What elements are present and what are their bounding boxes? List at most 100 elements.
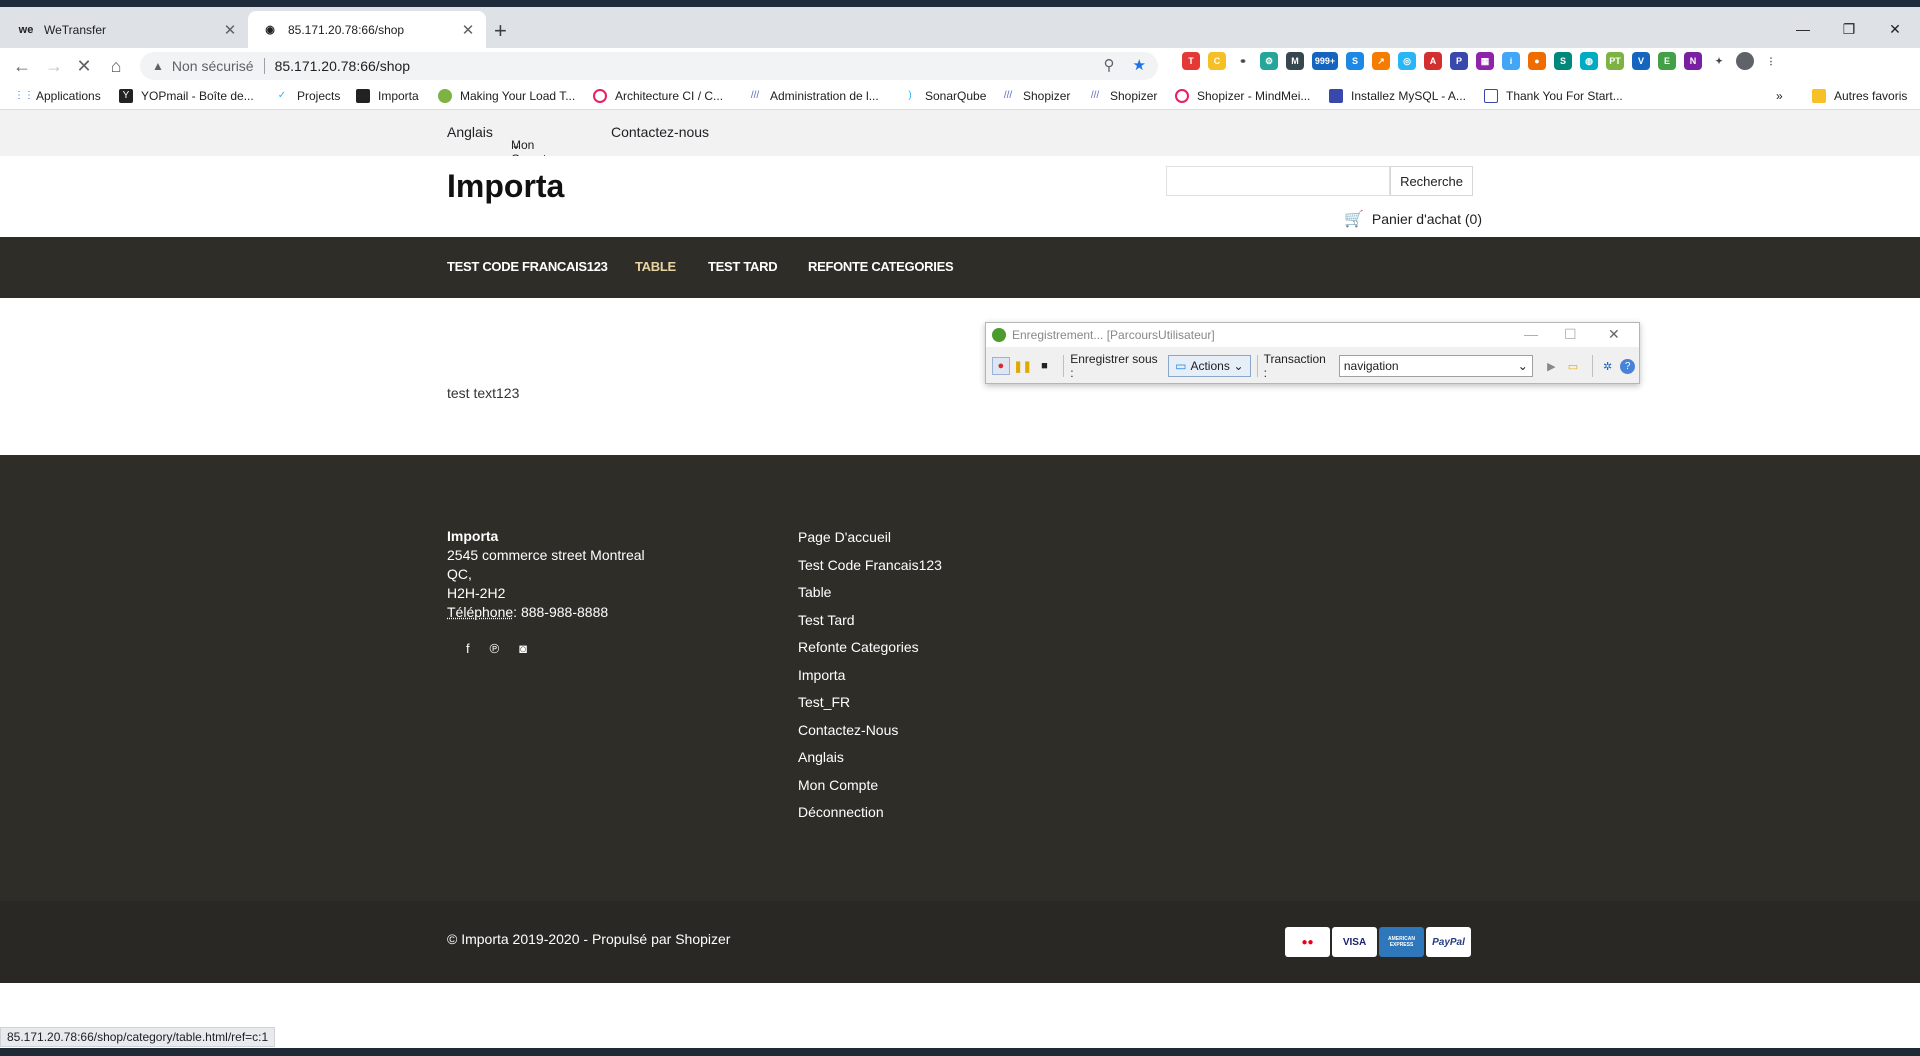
bookmark-apps[interactable]: ⋮⋮ Applications	[14, 89, 101, 103]
new-tab-icon[interactable]: +	[494, 18, 507, 44]
close-icon[interactable]: ✕	[218, 21, 242, 39]
instagram-icon[interactable]: ◙	[519, 641, 527, 656]
extension-icon[interactable]: S	[1346, 52, 1364, 70]
bookmark-item[interactable]: Shopizer - MindMei...	[1175, 89, 1310, 103]
search-button[interactable]: Recherche	[1390, 166, 1473, 196]
menu-item-test-code[interactable]: TEST CODE FRANCAIS123	[447, 259, 608, 274]
bookmark-item[interactable]: /// Shopizer	[1088, 89, 1158, 103]
forward-icon[interactable]: →	[42, 54, 66, 78]
minimize-icon[interactable]: —	[1524, 326, 1538, 342]
contact-link[interactable]: Contactez-nous	[611, 124, 709, 140]
tab-shop[interactable]: ◉ 85.171.20.78:66/shop ✕	[248, 11, 486, 48]
facebook-icon[interactable]: f	[466, 641, 470, 656]
extension-icon[interactable]: PT	[1606, 52, 1624, 70]
bookmark-label: Thank You For Start...	[1506, 89, 1623, 103]
bookmark-item[interactable]: Thank You For Start...	[1484, 89, 1623, 103]
grid-icon[interactable]: ▦	[1476, 52, 1494, 70]
extension-icon[interactable]: i	[1502, 52, 1520, 70]
settings-icon[interactable]: ✲	[1599, 357, 1617, 375]
footer-link[interactable]: Test Tard	[798, 612, 942, 640]
extension-icon[interactable]: P	[1450, 52, 1468, 70]
footer-link[interactable]: Table	[798, 584, 942, 612]
extension-icon[interactable]: ◍	[1580, 52, 1598, 70]
menu-item-refonte[interactable]: REFONTE CATEGORIES	[808, 259, 954, 274]
restore-icon[interactable]: ❐	[1826, 14, 1872, 44]
bookmark-other[interactable]: Autres favoris	[1812, 89, 1907, 103]
footer-address: Importa 2545 commerce street Montreal QC…	[447, 527, 645, 622]
onenote-icon[interactable]: N	[1684, 52, 1702, 70]
footer-link[interactable]: Test Code Francais123	[798, 557, 942, 585]
play-icon[interactable]: ▶	[1543, 357, 1561, 375]
close-icon[interactable]: ✕	[456, 21, 480, 39]
link-icon[interactable]: ⚭	[1234, 52, 1252, 70]
open-folder-icon[interactable]: ▭	[1564, 357, 1582, 375]
record-icon[interactable]: ●	[992, 357, 1010, 375]
help-icon[interactable]: ?	[1620, 358, 1636, 374]
paypal-icon: PayPal	[1426, 927, 1471, 957]
extension-icon[interactable]: M	[1286, 52, 1304, 70]
extension-icon[interactable]: ◎	[1398, 52, 1416, 70]
close-window-icon[interactable]: ✕	[1872, 14, 1918, 44]
close-icon[interactable]: ✕	[1608, 326, 1620, 343]
bookmark-item[interactable]: /// Administration de l...	[748, 89, 879, 103]
address-line: H2H-2H2	[447, 585, 506, 601]
minimize-icon[interactable]: —	[1780, 14, 1826, 44]
transaction-field[interactable]: navigation ⌄	[1338, 355, 1533, 377]
address-bar[interactable]: ▲ Non sécurisé 85.171.20.78:66/shop ⚲ ★	[140, 52, 1158, 80]
avatar[interactable]	[1736, 52, 1754, 70]
menu-item-table[interactable]: TABLE	[635, 259, 676, 274]
pdf-icon[interactable]: A	[1424, 52, 1442, 70]
badge-icon[interactable]: 999+	[1312, 52, 1338, 70]
save-as-select[interactable]: ▭ Actions ⌄	[1168, 355, 1251, 377]
tab-wetransfer[interactable]: we WeTransfer ✕	[0, 11, 248, 48]
chevron-right-icon[interactable]: »	[1776, 89, 1783, 103]
puzzle-icon[interactable]: ✦	[1710, 52, 1728, 70]
back-icon[interactable]: ←	[10, 54, 34, 78]
star-icon[interactable]: ★	[1133, 56, 1146, 74]
phone-label: Téléphone	[447, 604, 514, 620]
extension-icon[interactable]: V	[1632, 52, 1650, 70]
bookmark-icon: ///	[1003, 90, 1013, 101]
footer-link[interactable]: Test_FR	[798, 694, 942, 722]
maximize-icon[interactable]: ☐	[1564, 326, 1577, 343]
bookmark-item[interactable]: ✓ Projects	[275, 89, 341, 103]
bookmark-item[interactable]: Making Your Load T...	[438, 89, 575, 103]
stop-icon[interactable]: ✕	[72, 54, 96, 78]
footer-link-home[interactable]: Page D'accueil	[798, 529, 942, 557]
footer-link[interactable]: Refonte Categories	[798, 639, 942, 667]
chart-icon[interactable]: ↗	[1372, 52, 1390, 70]
pause-icon[interactable]: ❚❚	[1013, 357, 1031, 375]
stop-icon[interactable]: ■	[1036, 357, 1054, 375]
bookmark-item[interactable]: Importa	[356, 89, 419, 103]
pinterest-icon[interactable]: ℗	[490, 641, 500, 656]
menu-icon[interactable]: ⋮	[1762, 52, 1780, 70]
bookmark-item[interactable]: /// Shopizer	[1001, 89, 1071, 103]
save-as-value: Actions	[1190, 359, 1230, 373]
footer-link[interactable]: Importa	[798, 667, 942, 695]
footer-link-logout[interactable]: Déconnection	[798, 804, 942, 832]
extension-icon[interactable]: S	[1554, 52, 1572, 70]
cart-icon: 🛒	[1344, 211, 1364, 228]
zoom-icon[interactable]: ⚲	[1104, 56, 1115, 74]
menu-item-test-tard[interactable]: TEST TARD	[708, 259, 778, 274]
footer-link[interactable]: Contactez-Nous	[798, 722, 942, 750]
recorder-toolbar: ● ❚❚ ■ Enregistrer sous : ▭ Actions ⌄ Tran…	[986, 349, 1639, 383]
site-logo[interactable]: Importa	[447, 168, 564, 205]
bookmark-item[interactable]: ) SonarQube	[903, 89, 986, 103]
language-link[interactable]: Anglais	[447, 124, 493, 140]
extension-icon[interactable]: C	[1208, 52, 1226, 70]
extension-icon[interactable]: T	[1182, 52, 1200, 70]
home-icon[interactable]: ⌂	[104, 54, 128, 78]
bookmark-item[interactable]: Installez MySQL - A...	[1329, 89, 1466, 103]
gear-icon[interactable]: ⚙	[1260, 52, 1278, 70]
warning-icon: ▲	[152, 59, 164, 73]
bookmark-item[interactable]: Y YOPmail - Boîte de...	[119, 89, 254, 103]
search-input[interactable]	[1166, 166, 1390, 196]
footer-link[interactable]: Mon Compte	[798, 777, 942, 805]
footer-link[interactable]: Anglais	[798, 749, 942, 777]
evernote-icon[interactable]: E	[1658, 52, 1676, 70]
bookmark-item[interactable]: Architecture CI / C...	[593, 89, 723, 103]
cart-link[interactable]: 🛒 Panier d'achat (0)	[1344, 209, 1482, 229]
cookie-icon[interactable]: ●	[1528, 52, 1546, 70]
recorder-logo-icon	[992, 328, 1006, 342]
